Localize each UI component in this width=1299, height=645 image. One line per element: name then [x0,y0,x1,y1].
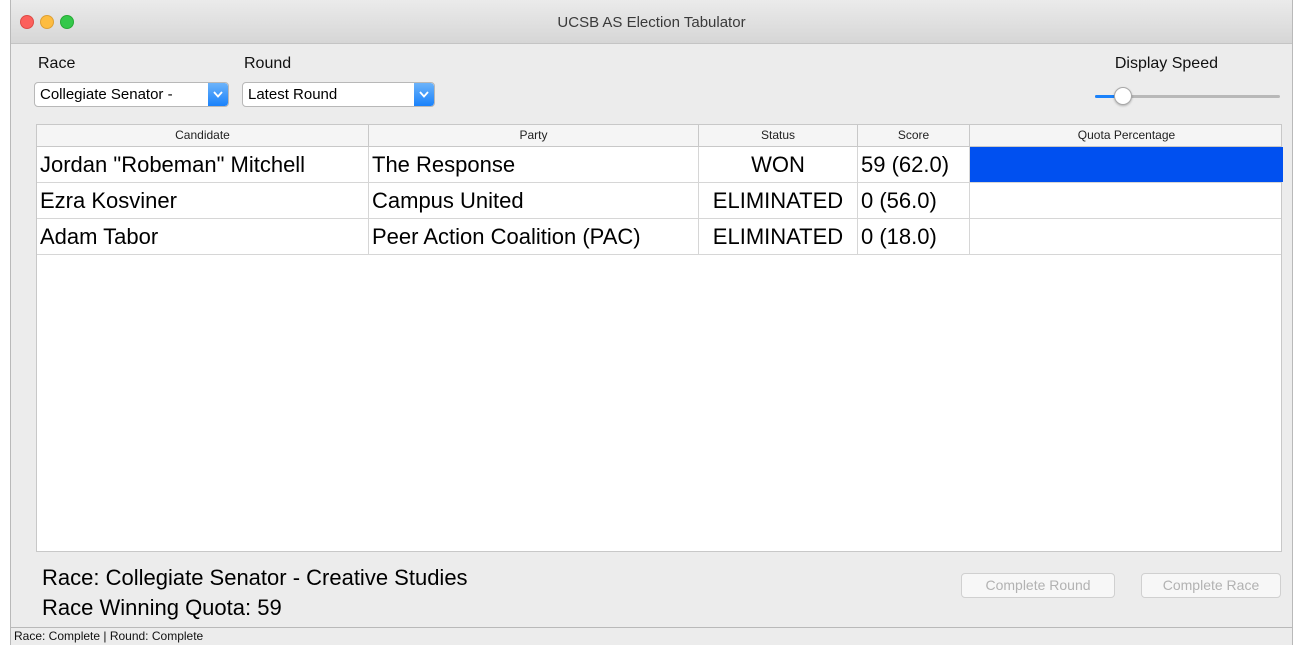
display-speed-slider-knob[interactable] [1113,87,1132,105]
score-cell: 59 (62.0) [858,147,970,182]
complete-race-button[interactable]: Complete Race [1141,573,1281,598]
header-party[interactable]: Party [369,125,699,147]
table-row[interactable]: Jordan "Robeman" Mitchell The Response W… [37,147,1283,183]
status-bar: Race: Complete | Round: Complete [11,627,1292,645]
table-row[interactable]: Ezra Kosviner Campus United ELIMINATED 0… [37,183,1281,219]
quota-bar-cell [970,147,1283,182]
chevron-down-icon [208,83,228,106]
results-table: Candidate Party Status Score Quota Perce… [36,124,1283,552]
candidate-cell: Jordan "Robeman" Mitchell [37,147,369,182]
quota-bar [970,147,1283,182]
header-candidate[interactable]: Candidate [37,125,369,147]
table-row[interactable]: Adam Tabor Peer Action Coalition (PAC) E… [37,219,1281,255]
round-label: Round [244,55,292,72]
status-cell: ELIMINATED [699,183,858,218]
winning-quota-summary: Race Winning Quota: 59 [42,595,282,620]
round-select-value: Latest Round [248,86,338,103]
race-label: Race [38,55,76,72]
round-select[interactable]: Latest Round [242,82,435,107]
status-cell: WON [699,147,858,182]
display-speed-slider[interactable] [1095,87,1280,105]
party-cell: The Response [369,147,699,182]
complete-round-button[interactable]: Complete Round [961,573,1115,598]
candidate-cell: Adam Tabor [37,219,369,254]
quota-bar-cell [970,219,1283,254]
display-speed-label: Display Speed [1114,55,1218,72]
header-score[interactable]: Score [858,125,970,147]
party-cell: Campus United [369,183,699,218]
score-cell: 0 (56.0) [858,183,970,218]
party-cell: Peer Action Coalition (PAC) [369,219,699,254]
status-cell: ELIMINATED [699,219,858,254]
app-window: UCSB AS Election Tabulator Race Round Di… [10,0,1293,645]
race-select-value: Collegiate Senator - [40,86,173,103]
score-cell: 0 (18.0) [858,219,970,254]
race-select[interactable]: Collegiate Senator - [34,82,229,107]
header-status[interactable]: Status [699,125,858,147]
candidate-cell: Ezra Kosviner [37,183,369,218]
table-header: Candidate Party Status Score Quota Perce… [37,125,1281,147]
race-summary: Race: Collegiate Senator - Creative Stud… [42,565,468,590]
chevron-down-icon [414,83,434,106]
title-bar: UCSB AS Election Tabulator [11,0,1292,44]
header-quota-percentage[interactable]: Quota Percentage [970,125,1283,147]
quota-bar-cell [970,183,1283,218]
window-title: UCSB AS Election Tabulator [557,14,746,31]
